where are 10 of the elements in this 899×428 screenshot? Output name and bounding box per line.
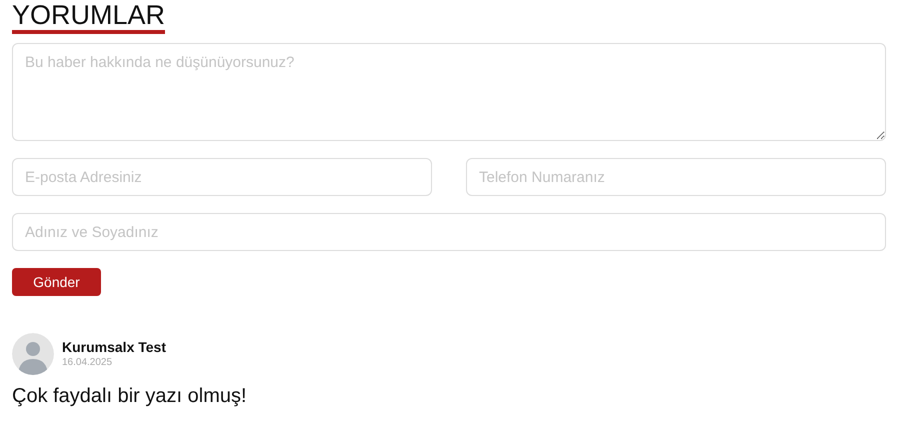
- name-field[interactable]: Adınız ve Soyadınız: [12, 213, 886, 251]
- comment-text: Çok faydalı bir yazı olmuş!: [12, 384, 248, 409]
- submit-button[interactable]: Gönder: [12, 268, 101, 296]
- section-heading: YORUMLAR: [12, 0, 166, 34]
- phone-field[interactable]: Telefon Numaranız: [466, 158, 886, 196]
- comment-author: Kurumsalx Test: [62, 339, 166, 356]
- avatar-icon: [12, 333, 54, 375]
- comment-field[interactable]: Bu haber hakkında ne düşünüyorsunuz?: [12, 43, 886, 141]
- comment-date: 16.04.2025: [62, 356, 114, 369]
- email-field[interactable]: E-posta Adresiniz: [12, 158, 432, 196]
